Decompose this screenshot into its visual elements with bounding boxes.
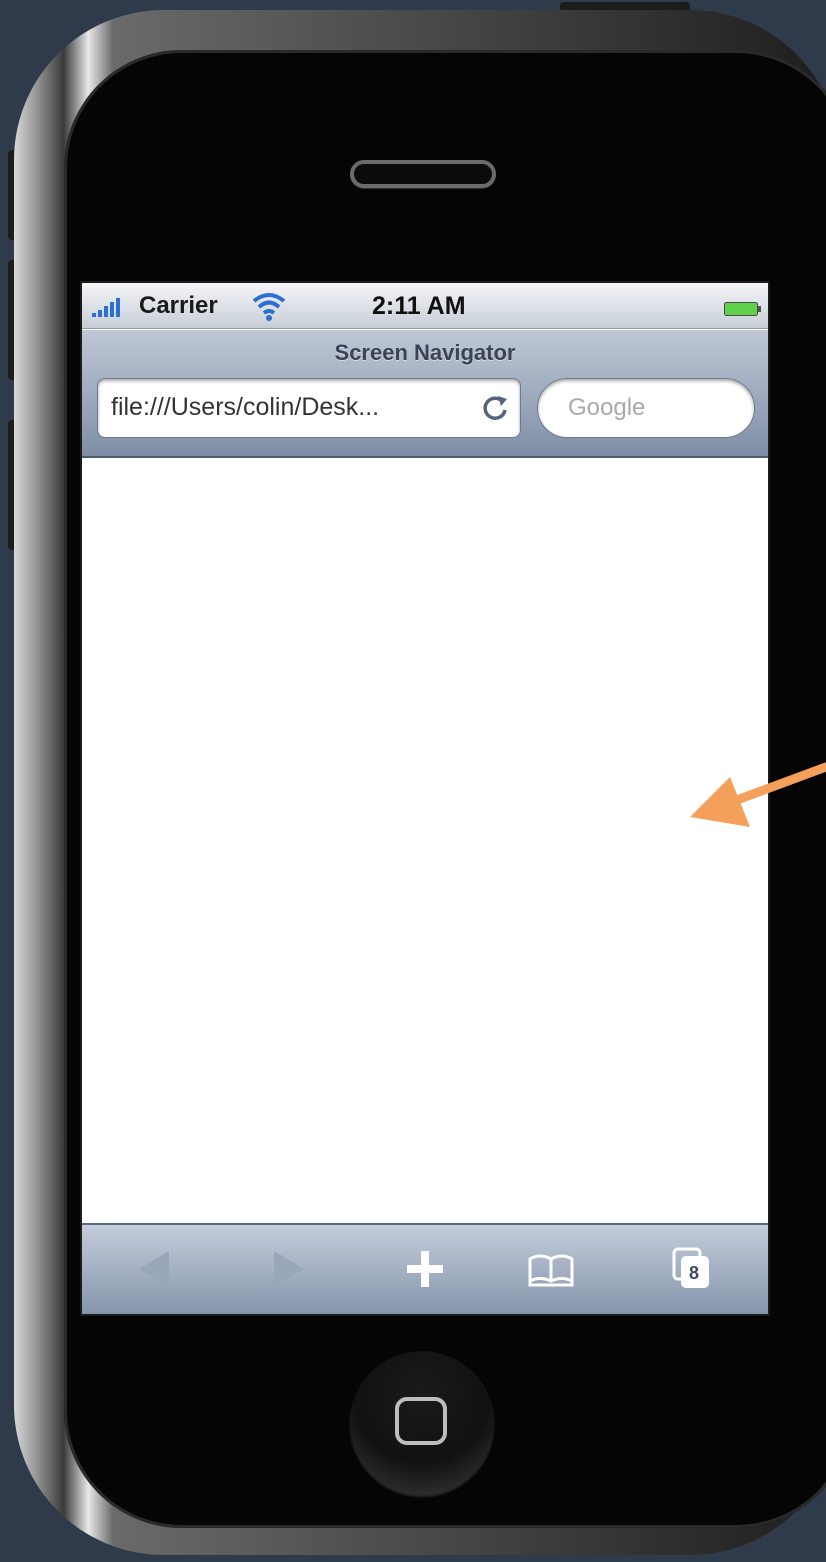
navigation-bar: Screen Navigator file:///Users/colin/Des… (82, 330, 768, 458)
pages-count: 8 (689, 1263, 700, 1283)
carrier-label: Carrier (139, 292, 218, 319)
iphone-simulator: Carrier 2:11 AM Screen Navigator file://… (0, 0, 826, 1562)
annotation-arrow-icon (690, 762, 826, 827)
page-title: Screen Navigator (334, 340, 516, 365)
search-placeholder: Google (568, 394, 646, 421)
search-field[interactable]: Google (537, 378, 755, 438)
bottom-toolbar: 8 (82, 1223, 768, 1314)
status-bar: Carrier 2:11 AM (82, 283, 768, 329)
back-arrow-icon[interactable] (137, 1249, 171, 1289)
bookmarks-book-icon[interactable] (528, 1253, 574, 1287)
signal-bars-icon (92, 298, 120, 317)
url-text: file:///Users/colin/Desk... (111, 393, 380, 421)
forward-arrow-icon[interactable] (272, 1249, 306, 1289)
clock: 2:11 AM (372, 292, 466, 320)
wifi-icon (252, 293, 286, 321)
web-content-area[interactable] (82, 460, 768, 1223)
screen: Carrier 2:11 AM Screen Navigator file://… (80, 281, 770, 1316)
battery-icon (724, 302, 761, 316)
reload-icon[interactable] (480, 393, 510, 423)
home-square-icon (395, 1397, 447, 1445)
add-plus-icon[interactable] (405, 1249, 445, 1289)
earpiece-speaker (350, 160, 496, 188)
home-button[interactable] (350, 1351, 494, 1495)
pages-icon[interactable]: 8 (672, 1247, 712, 1291)
url-field[interactable]: file:///Users/colin/Desk... (97, 378, 521, 438)
